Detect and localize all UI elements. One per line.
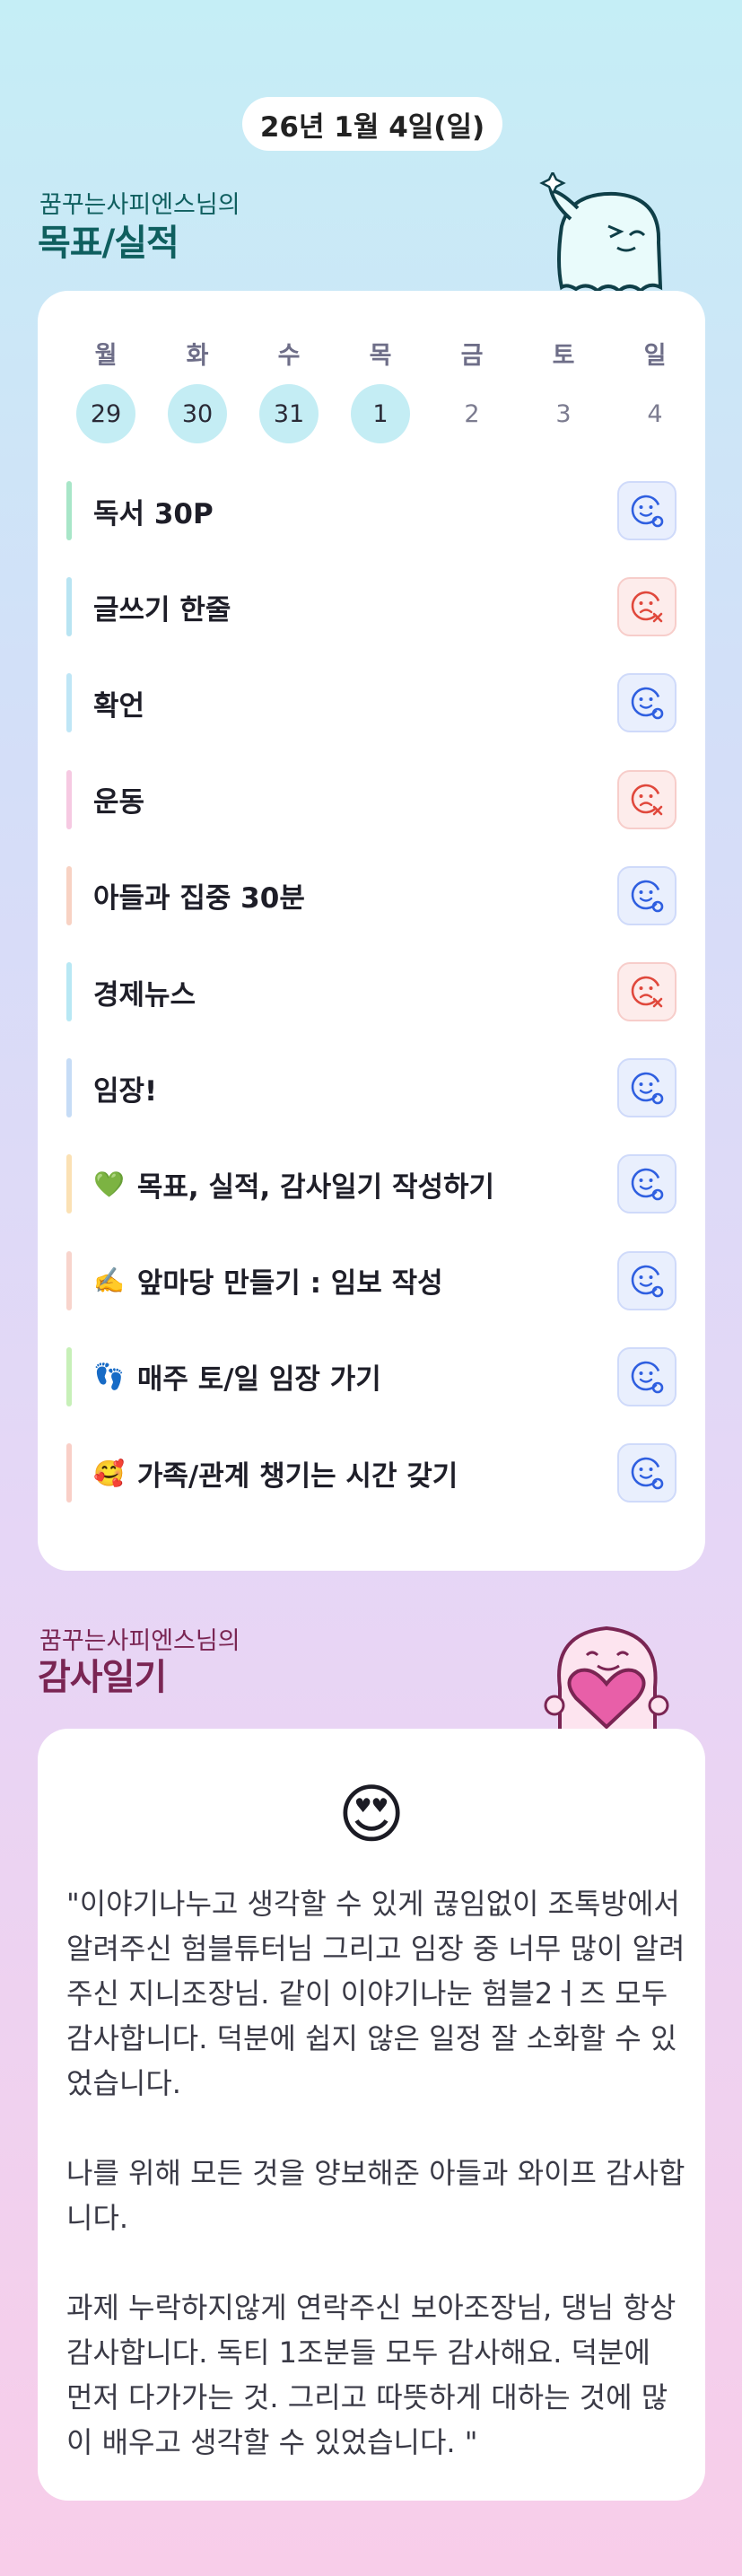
day-date[interactable]: 29 xyxy=(76,384,135,443)
achieved-smile-icon[interactable] xyxy=(617,1250,677,1310)
day-date[interactable]: 30 xyxy=(168,384,227,443)
goal-row[interactable]: 👣 매주 토/일 임장 가기 xyxy=(66,1346,677,1406)
goal-text: 💚 목표, 실적, 감사일기 작성하기 xyxy=(93,1154,494,1214)
goal-text: 아들과 집중 30분 xyxy=(93,866,305,925)
goal-color-bar xyxy=(66,769,72,829)
goal-text: 👣 매주 토/일 임장 가기 xyxy=(93,1347,381,1406)
goal-color-bar xyxy=(66,673,72,733)
goal-label: 앞마당 만들기 : 임보 작성 xyxy=(136,1267,443,1301)
goal-row[interactable]: 운동 xyxy=(66,769,677,829)
missed-frown-icon[interactable] xyxy=(617,577,677,637)
achieved-smile-icon[interactable] xyxy=(617,673,677,733)
goal-emoji-icon: 🥰 xyxy=(93,1458,125,1488)
day-label: 수 xyxy=(277,342,301,370)
goal-row[interactable]: 확언 xyxy=(66,673,677,733)
goal-label: 목표, 실적, 감사일기 작성하기 xyxy=(136,1170,495,1204)
goal-emoji-icon: ✍️ xyxy=(93,1266,125,1296)
goal-row[interactable]: 경제뉴스 xyxy=(66,962,677,1021)
missed-frown-icon[interactable] xyxy=(617,769,677,829)
goal-label: 독서 30P xyxy=(93,497,214,530)
goal-row[interactable]: 💚 목표, 실적, 감사일기 작성하기 xyxy=(66,1154,677,1214)
day-label: 목 xyxy=(369,342,392,370)
ghost-mascot xyxy=(539,172,663,294)
gratitude-title: 감사일기 xyxy=(38,1657,167,1698)
day-date[interactable]: 2 xyxy=(442,384,502,443)
day-label: 금 xyxy=(460,342,484,370)
goal-color-bar xyxy=(66,962,72,1021)
goal-text: 경제뉴스 xyxy=(93,962,196,1021)
goal-color-bar xyxy=(66,1346,72,1406)
day-date[interactable]: 31 xyxy=(259,384,319,443)
goal-label: 아들과 집중 30분 xyxy=(93,882,305,916)
day-date[interactable]: 1 xyxy=(351,384,410,443)
goal-color-bar xyxy=(66,481,72,540)
goal-text: 글쓰기 한줄 xyxy=(93,577,231,636)
heart-eyes-emoji: 😍 xyxy=(337,1776,406,1852)
achieved-smile-icon[interactable] xyxy=(617,1058,677,1118)
goal-label: 글쓰기 한줄 xyxy=(93,593,231,626)
goals-card: 월 29 화 30 수 31 목 1 금 2 토 3 일 4 독서 30P 글쓰기 한줄확언운동아들과 집중… xyxy=(38,291,705,1571)
gratitude-paragraph: "이야기나누고 생각할 수 있게 끊임없이 조톡방에서 알려주신 험블튜터님 그… xyxy=(66,1887,685,2100)
gratitude-card: 😍 "이야기나누고 생각할 수 있게 끊임없이 조톡방에서 알려주신 험블튜터님… xyxy=(38,1729,705,2501)
goal-color-bar xyxy=(66,1058,72,1118)
goal-row[interactable]: 독서 30P xyxy=(66,481,677,540)
goal-row[interactable]: 아들과 집중 30분 xyxy=(66,865,677,925)
goal-color-bar xyxy=(66,1250,72,1310)
achieved-smile-icon[interactable] xyxy=(617,481,677,540)
date-pill[interactable]: 26년 1월 4일(일) xyxy=(242,97,502,151)
day-label: 일 xyxy=(643,342,667,370)
goal-row[interactable]: 🥰 가족/관계 챙기는 시간 갖기 xyxy=(66,1443,677,1503)
gratitude-paragraph: 과제 누락하지않게 연락주신 보아조장님, 댕님 항상 감사합니다. 독티 1조… xyxy=(66,2291,677,2459)
goal-emoji-icon: 👣 xyxy=(93,1362,125,1392)
day-date[interactable]: 4 xyxy=(625,384,685,443)
goal-color-bar xyxy=(66,577,72,637)
goal-emoji-icon: 💚 xyxy=(93,1169,125,1199)
goal-label: 경제뉴스 xyxy=(93,978,196,1012)
goal-row[interactable]: 임장! xyxy=(66,1058,677,1118)
goal-text: ✍️ 앞마당 만들기 : 임보 작성 xyxy=(93,1251,443,1310)
heart-mascot xyxy=(544,1625,669,1732)
goal-label: 매주 토/일 임장 가기 xyxy=(136,1363,381,1397)
achieved-smile-icon[interactable] xyxy=(617,1443,677,1503)
goal-text: 🥰 가족/관계 챙기는 시간 갖기 xyxy=(93,1443,458,1503)
goal-text: 확언 xyxy=(93,673,144,732)
goal-color-bar xyxy=(66,1443,72,1503)
goal-text: 독서 30P xyxy=(93,481,214,540)
day-label: 토 xyxy=(552,342,575,370)
goal-label: 가족/관계 챙기는 시간 갖기 xyxy=(136,1459,458,1493)
goal-label: 확언 xyxy=(93,689,145,723)
goals-title: 목표/실적 xyxy=(38,223,179,264)
goal-row[interactable]: 글쓰기 한줄 xyxy=(66,577,677,637)
achieved-smile-icon[interactable] xyxy=(617,865,677,925)
goal-text: 임장! xyxy=(93,1058,157,1117)
missed-frown-icon[interactable] xyxy=(617,962,677,1021)
day-label: 화 xyxy=(186,342,209,370)
gratitude-paragraph: 나를 위해 모든 것을 양보해준 아들과 와이프 감사합니다. xyxy=(66,2156,685,2235)
day-date[interactable]: 3 xyxy=(534,384,593,443)
gratitude-text: "이야기나누고 생각할 수 있게 끊임없이 조톡방에서 알려주신 험블튜터님 그… xyxy=(66,1881,685,2465)
goal-color-bar xyxy=(66,865,72,925)
goal-row[interactable]: ✍️ 앞마당 만들기 : 임보 작성 xyxy=(66,1250,677,1310)
goal-label: 임장! xyxy=(93,1074,158,1108)
goal-label: 운동 xyxy=(93,786,145,819)
goal-color-bar xyxy=(66,1154,72,1214)
goal-text: 운동 xyxy=(93,770,144,829)
achieved-smile-icon[interactable] xyxy=(617,1346,677,1406)
day-label: 월 xyxy=(94,342,118,370)
achieved-smile-icon[interactable] xyxy=(617,1154,677,1214)
